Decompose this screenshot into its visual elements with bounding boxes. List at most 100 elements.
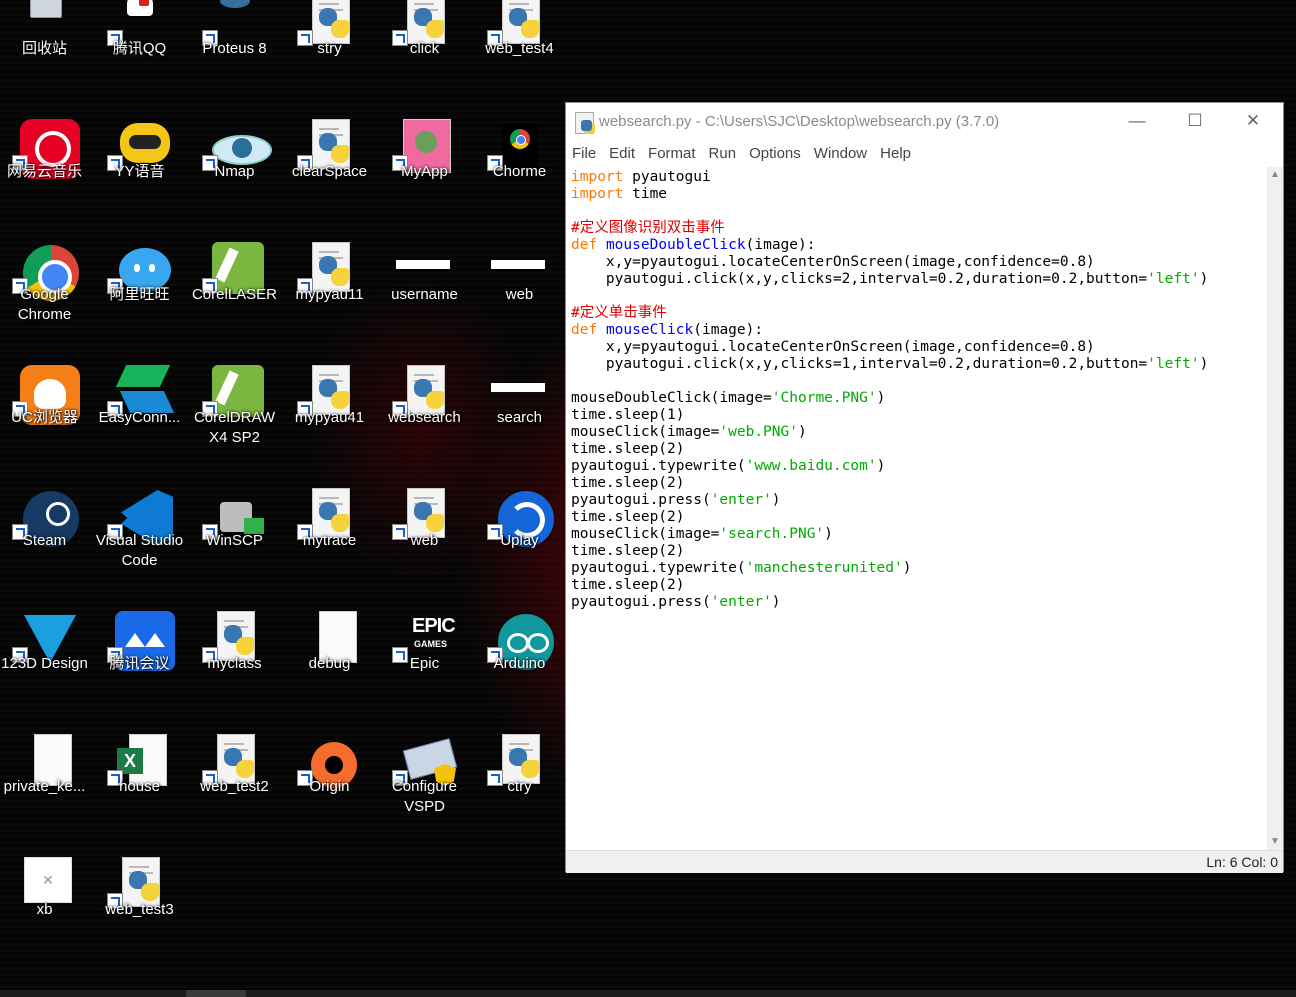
desktop-icon[interactable]: mypyau11 [282, 242, 377, 364]
desktop-icon[interactable]: web_test2 [187, 734, 282, 856]
menu-format[interactable]: Format [642, 141, 703, 167]
desktop-icon[interactable]: Nmap [187, 131, 282, 241]
menu-run[interactable]: Run [703, 141, 744, 167]
desktop-icon[interactable]: YY语音 [92, 123, 187, 241]
desktop-icon-label: Google Chrome [17, 286, 72, 323]
desktop-icon[interactable]: web [377, 488, 472, 610]
code-line: time.sleep(2) [571, 577, 685, 593]
desktop-icon-label: web_test3 [105, 901, 174, 918]
desktop-icon-label: CorelLASER [191, 286, 278, 303]
desktop-icon-label: web [505, 286, 534, 303]
menu-options[interactable]: Options [743, 141, 808, 167]
desktop-icon-label: web_test2 [200, 778, 269, 795]
desktop-icon-label: Origin [309, 778, 350, 795]
code-line: pyautogui.press('enter') [571, 492, 781, 508]
desktop-icon[interactable]: ✕ xb [0, 857, 92, 979]
taskbar-edge [0, 990, 1296, 997]
code-line: time.sleep(2) [571, 475, 685, 491]
desktop-icon[interactable]: 123D Design [0, 615, 92, 733]
desktop-icon[interactable]: 腾讯会议 [92, 611, 187, 733]
minimize-button[interactable]: — [1108, 103, 1166, 141]
desktop-icon[interactable]: private_ke... [0, 734, 92, 856]
desktop-icon-label: username [391, 286, 458, 303]
desktop-icon[interactable]: CorelLASER [187, 242, 282, 364]
desktop-icon-label: web [410, 532, 439, 549]
desktop-icon[interactable]: stry [282, 0, 377, 118]
desktop-icon-label: house [119, 778, 160, 795]
desktop-icon-label: 123D Design [1, 655, 88, 672]
scroll-down-icon[interactable]: ▼ [1267, 834, 1283, 850]
desktop-icon-label: UC浏览器 [11, 409, 78, 426]
desktop-icon[interactable]: click [377, 0, 472, 118]
desktop-icon-label: mypyau11 [295, 286, 364, 303]
desktop-icon-label: web_test4 [485, 40, 554, 57]
qq-icon [107, 0, 165, 46]
desktop-icon[interactable]: web_test3 [92, 857, 187, 979]
desktop-icon[interactable]: Proteus 8 [187, 0, 282, 118]
code-line: x,y=pyautogui.locateCenterOnScreen(image… [571, 254, 1095, 270]
desktop-icon-label: ctry [507, 778, 532, 795]
desktop-icon[interactable]: debug [282, 611, 377, 733]
desktop-icon[interactable]: 回收站 [0, 0, 92, 118]
desktop-icon[interactable]: search [472, 377, 567, 487]
desktop-icon-label: 腾讯QQ [112, 40, 167, 57]
desktop-icon[interactable]: Steam [0, 491, 92, 610]
desktop-icon[interactable]: mytrace [282, 488, 377, 610]
code-line: time.sleep(1) [571, 407, 685, 423]
desktop-icon[interactable]: websearch [377, 365, 472, 487]
maximize-button[interactable]: ☐ [1166, 103, 1224, 141]
desktop-icon[interactable]: EasyConn... [92, 365, 187, 487]
desktop-icon[interactable]: Origin [282, 742, 377, 856]
desktop-icon[interactable]: web_test4 [472, 0, 567, 118]
desktop-icon[interactable]: UC浏览器 [0, 365, 92, 487]
desktop-icon-label: stry [317, 40, 342, 57]
vertical-scrollbar[interactable]: ▲ ▼ [1267, 167, 1283, 850]
desktop-icon[interactable]: web [472, 254, 567, 364]
desktop-icon[interactable]: 阿里旺旺 [92, 248, 187, 364]
desktop-icon[interactable]: CorelDRAW X4 SP2 [187, 365, 282, 487]
desktop-icon[interactable]: 腾讯QQ [92, 0, 187, 118]
desktop-icon[interactable]: Uplay [472, 491, 567, 610]
idle-editor-window[interactable]: websearch.py - C:\Users\SJC\Desktop\webs… [565, 102, 1284, 873]
desktop-icon[interactable]: ctry [472, 734, 567, 856]
desktop-icon-label: debug [308, 655, 351, 672]
desktop-icon-label: private_ke... [3, 778, 86, 795]
menu-window[interactable]: Window [808, 141, 874, 167]
desktop-icon-label: mypyau41 [294, 409, 365, 426]
desktop-icon[interactable]: MyApp [377, 119, 472, 241]
desktop-icon[interactable]: Xhouse [92, 734, 187, 856]
desktop-icon-label: EasyConn... [98, 409, 181, 426]
desktop-icon[interactable]: myclass [187, 611, 282, 733]
menu-edit[interactable]: Edit [603, 141, 642, 167]
desktop-icon[interactable]: Arduino [472, 614, 567, 733]
desktop-icon-label: WinSCP [206, 532, 263, 549]
desktop-icon[interactable]: EPIC GAMES Epic [377, 615, 472, 733]
desktop-icon-label: Nmap [214, 163, 255, 180]
desktop-icon-label: Proteus 8 [202, 40, 267, 57]
code-line: mouseClick(image='search.PNG') [571, 526, 833, 542]
window-title: websearch.py - C:\Users\SJC\Desktop\webs… [599, 113, 1000, 130]
desktop-icon[interactable]: username [377, 254, 472, 364]
menu-help[interactable]: Help [874, 141, 918, 167]
scroll-up-icon[interactable]: ▲ [1267, 167, 1283, 183]
close-button[interactable]: ✕ [1224, 103, 1282, 141]
desktop-icon[interactable]: clearSpace [282, 119, 377, 241]
py-icon [297, 0, 355, 46]
code-line: time.sleep(2) [571, 543, 685, 559]
desktop-icon[interactable]: WinSCP [187, 500, 282, 610]
desktop-icon[interactable]: Google Chrome [0, 245, 92, 364]
desktop-icon[interactable]: Chorme [472, 123, 567, 241]
desktop-icon[interactable]: mypyau41 [282, 365, 377, 487]
code-editor[interactable]: import pyautogui import time #定义图像识别双击事件 de… [566, 167, 1266, 850]
code-line: #定义单击事件 [571, 305, 667, 321]
title-bar[interactable]: websearch.py - C:\Users\SJC\Desktop\webs… [566, 103, 1283, 141]
desktop-icon-label: click [409, 40, 440, 57]
code-line: time.sleep(2) [571, 509, 685, 525]
desktop-icon[interactable]: Configure VSPD [377, 738, 472, 856]
desktop-icon-label: Uplay [500, 532, 539, 549]
desktop-icon[interactable]: Visual Studio Code [92, 490, 187, 610]
desktop-icon-label: Arduino [493, 655, 546, 672]
menu-file[interactable]: File [566, 141, 603, 167]
desktop-icon[interactable]: 网易云音乐 [0, 119, 92, 241]
desktop: 回收站 腾讯QQ Proteus 8 stry click web_test4 网易云音乐 Y… [0, 0, 565, 997]
